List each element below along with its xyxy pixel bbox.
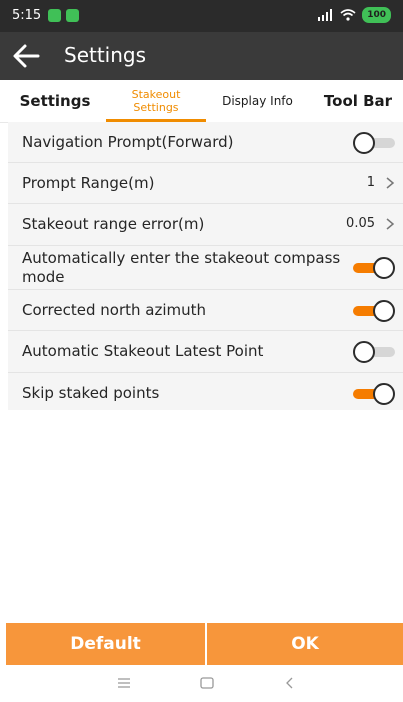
page-title: Settings <box>64 43 147 67</box>
app-bar: Settings <box>0 32 403 80</box>
setting-label: Corrected north azimuth <box>22 301 207 319</box>
setting-label: Automatically enter the stakeout compass… <box>22 249 341 286</box>
tab-tool-bar[interactable]: Tool Bar <box>318 80 398 122</box>
status-indicators: 100 <box>316 7 391 23</box>
chevron-right-icon <box>386 218 395 230</box>
setting-auto-compass-mode[interactable]: Automatically enter the stakeout compass… <box>8 246 403 290</box>
home-square-icon[interactable] <box>199 675 215 691</box>
setting-label: Prompt Range(m) <box>22 174 155 192</box>
system-nav-bar <box>0 665 403 702</box>
tab-stakeout-label: Stakeout Settings <box>131 88 181 114</box>
arrow-left-icon[interactable] <box>12 43 40 69</box>
default-button[interactable]: Default <box>6 623 205 665</box>
setting-auto-stakeout-latest-point[interactable]: Automatic Stakeout Latest Point <box>8 331 403 373</box>
empty-area <box>0 410 403 623</box>
navigation-prompt-toggle[interactable] <box>353 132 395 154</box>
bottom-button-bar: Default OK <box>0 623 403 665</box>
setting-stakeout-range-error[interactable]: Stakeout range error(m) 0.05 <box>8 204 403 246</box>
battery-icon: 100 <box>362 7 391 23</box>
setting-corrected-north-azimuth[interactable]: Corrected north azimuth <box>8 290 403 331</box>
chevron-right-icon <box>386 177 395 189</box>
back-chevron-icon[interactable] <box>282 675 298 691</box>
setting-prompt-range[interactable]: Prompt Range(m) 1 <box>8 163 403 204</box>
skip-staked-points-toggle[interactable] <box>353 383 395 405</box>
setting-label: Automatic Stakeout Latest Point <box>22 342 264 360</box>
settings-list: Navigation Prompt(Forward) Prompt Range(… <box>8 122 403 414</box>
tab-stakeout-settings[interactable]: Stakeout Settings <box>106 80 206 122</box>
tab-settings[interactable]: Settings <box>10 80 100 122</box>
notification-icon <box>66 9 79 22</box>
setting-skip-staked-points[interactable]: Skip staked points <box>8 373 403 414</box>
status-time: 5:15 <box>12 8 42 23</box>
auto-stakeout-latest-toggle[interactable] <box>353 341 395 363</box>
setting-label: Navigation Prompt(Forward) <box>22 133 234 151</box>
settings-tabs: Settings Stakeout Settings Display Info … <box>0 80 403 123</box>
setting-label: Stakeout range error(m) <box>22 215 205 233</box>
setting-value: 1 <box>366 175 375 190</box>
wifi-icon <box>340 9 356 21</box>
ok-button[interactable]: OK <box>207 623 403 665</box>
corrected-north-azimuth-toggle[interactable] <box>353 300 395 322</box>
auto-compass-mode-toggle[interactable] <box>353 257 395 279</box>
menu-icon[interactable] <box>116 675 132 691</box>
signal-icon <box>318 9 333 21</box>
setting-navigation-prompt[interactable]: Navigation Prompt(Forward) <box>8 122 403 163</box>
notification-icon <box>48 9 61 22</box>
status-bar: 5:15 100 <box>0 0 403 32</box>
tab-display-info[interactable]: Display Info <box>210 80 305 122</box>
setting-label: Skip staked points <box>22 384 160 402</box>
setting-value: 0.05 <box>346 216 375 231</box>
